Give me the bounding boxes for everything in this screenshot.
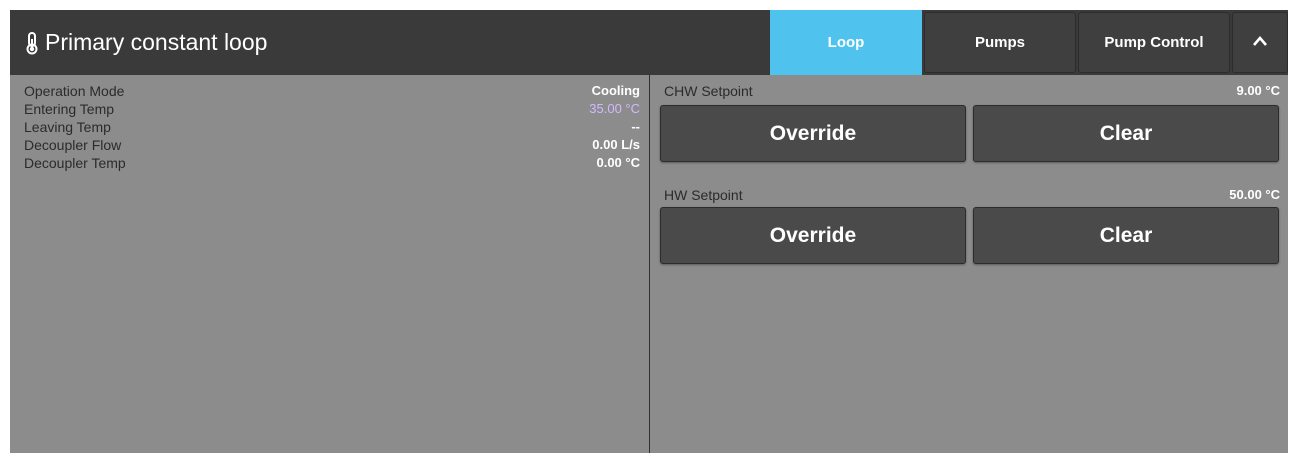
entering-temp-value: 35.00 °C (589, 101, 640, 116)
decoupler-temp-value: 0.00 °C (596, 155, 640, 170)
operation-mode-row: Operation Mode Cooling (24, 82, 640, 100)
panel-title: Primary constant loop (24, 10, 267, 75)
tab-pump-control[interactable]: Pump Control (1078, 12, 1230, 73)
setpoint-section: CHW Setpoint 9.00 °C Override Clear HW S… (650, 75, 1288, 453)
entering-temp-label: Entering Temp (24, 101, 115, 117)
decoupler-flow-row: Decoupler Flow 0.00 L/s (24, 136, 640, 154)
decoupler-temp-row: Decoupler Temp 0.00 °C (24, 154, 640, 172)
panel-title-text: Primary constant loop (45, 29, 268, 55)
chw-clear-button[interactable]: Clear (973, 105, 1279, 162)
decoupler-flow-value: 0.00 L/s (592, 137, 640, 152)
leaving-temp-value: -- (631, 119, 640, 134)
tab-pumps[interactable]: Pumps (924, 12, 1076, 73)
chw-setpoint-row: CHW Setpoint 9.00 °C (664, 82, 1280, 100)
decoupler-flow-label: Decoupler Flow (24, 137, 122, 153)
operation-mode-value: Cooling (591, 83, 640, 98)
chevron-up-icon (1252, 34, 1268, 51)
hw-override-button[interactable]: Override (660, 207, 966, 264)
collapse-button[interactable] (1232, 12, 1288, 73)
leaving-temp-row: Leaving Temp -- (24, 118, 640, 136)
hw-setpoint-row: HW Setpoint 50.00 °C (664, 186, 1280, 204)
panel-header: Primary constant loop Loop Pumps Pump Co… (10, 10, 1288, 75)
status-section: Operation Mode Cooling Entering Temp 35.… (10, 75, 650, 453)
hw-clear-button[interactable]: Clear (973, 207, 1279, 264)
chw-override-button[interactable]: Override (660, 105, 966, 162)
chw-setpoint-value: 9.00 °C (1236, 83, 1280, 98)
entering-temp-row: Entering Temp 35.00 °C (24, 100, 640, 118)
decoupler-temp-label: Decoupler Temp (24, 155, 126, 171)
hw-setpoint-label: HW Setpoint (664, 187, 743, 203)
chw-setpoint-label: CHW Setpoint (664, 83, 753, 99)
leaving-temp-label: Leaving Temp (24, 119, 111, 135)
hw-setpoint-value: 50.00 °C (1229, 187, 1280, 202)
tab-loop[interactable]: Loop (770, 10, 922, 75)
loop-panel: Primary constant loop Loop Pumps Pump Co… (10, 10, 1288, 453)
operation-mode-label: Operation Mode (24, 83, 125, 99)
thermometer-icon (24, 31, 40, 55)
